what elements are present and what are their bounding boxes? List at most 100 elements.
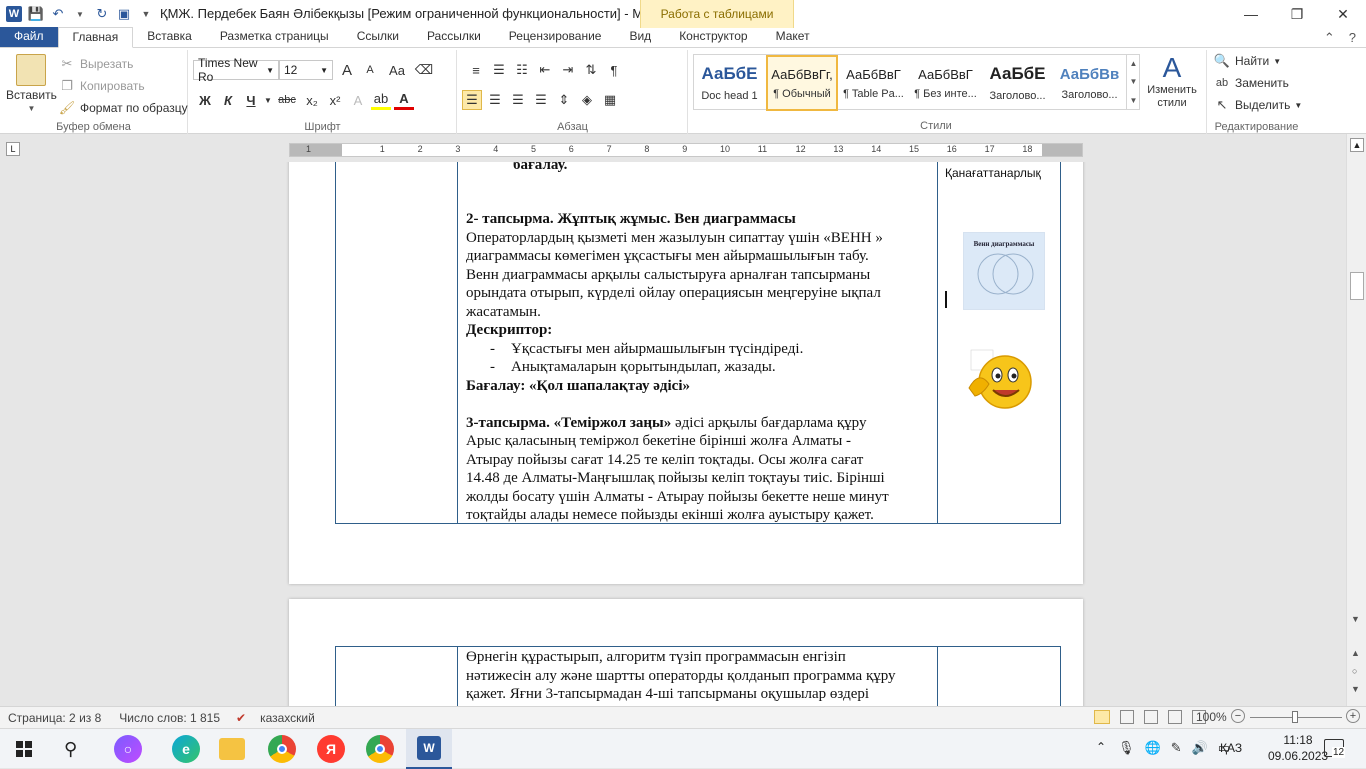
word-count[interactable]: Число слов: 1 815: [119, 711, 220, 725]
zoom-level[interactable]: 100%: [1196, 710, 1227, 724]
chrome-profile-icon[interactable]: [366, 735, 394, 763]
shading-icon[interactable]: ◈: [577, 90, 597, 110]
strikethrough-button[interactable]: abc: [275, 90, 299, 110]
align-center-icon[interactable]: ☰: [485, 90, 505, 110]
clock-time[interactable]: 11:18: [1268, 733, 1328, 747]
format-painter-button[interactable]: 🖌 Формат по образцу: [58, 99, 188, 117]
tab-page-layout[interactable]: Разметка страницы: [206, 27, 343, 47]
scroll-up-icon[interactable]: ▲: [1130, 59, 1138, 68]
find-button[interactable]: 🔍 Найти ▼: [1213, 52, 1281, 70]
vertical-scrollbar[interactable]: ▲ ▼ ▲ ○ ▼: [1346, 134, 1366, 706]
zoom-slider-thumb[interactable]: [1292, 711, 1298, 723]
tab-file[interactable]: Файл: [0, 27, 58, 47]
table-cell-right[interactable]: [937, 646, 1061, 706]
underline-dropdown-icon[interactable]: ▼: [264, 90, 272, 110]
change-case-button[interactable]: Aa: [383, 60, 411, 80]
grow-font-button[interactable]: A: [337, 60, 357, 80]
touch-mode-icon[interactable]: ▣: [116, 6, 132, 22]
shrink-font-button[interactable]: A: [360, 60, 380, 80]
decrease-indent-icon[interactable]: ⇤: [535, 60, 555, 80]
numbering-icon[interactable]: ☰: [489, 60, 509, 80]
borders-icon[interactable]: ▦: [600, 90, 620, 110]
tab-references[interactable]: Ссылки: [343, 27, 413, 47]
outline-icon[interactable]: [1168, 710, 1182, 724]
pen-icon[interactable]: ✎: [1171, 740, 1182, 756]
more-styles-icon[interactable]: ▼: [1130, 96, 1138, 105]
style-normal[interactable]: АаБбВвГг, ¶ Обычный: [766, 55, 838, 111]
clear-format-icon[interactable]: ⌫: [414, 60, 434, 80]
bold-button[interactable]: Ж: [195, 90, 215, 110]
cut-button[interactable]: ✂ Вырезать: [58, 55, 134, 73]
browse-object-icon[interactable]: ○: [1352, 666, 1357, 676]
text-effects-icon[interactable]: A: [348, 90, 368, 110]
style-table-paragraph[interactable]: АаБбВвГ ¶ Table Pa...: [838, 55, 910, 111]
search-icon[interactable]: ⚲: [64, 739, 77, 760]
paste-button[interactable]: Вставить ▼: [6, 54, 57, 113]
tab-view[interactable]: Вид: [615, 27, 665, 47]
font-color-button[interactable]: A: [394, 90, 414, 110]
spellcheck-icon[interactable]: ✔: [236, 711, 246, 725]
change-styles-button[interactable]: A Изменить стили: [1144, 54, 1200, 110]
yandex-browser-icon[interactable]: Я: [317, 735, 345, 763]
line-spacing-icon[interactable]: ⇕: [554, 90, 574, 110]
font-name-combo[interactable]: Times New Ro ▼: [193, 56, 279, 84]
styles-scroll[interactable]: ▲ ▼ ▼: [1126, 54, 1140, 110]
align-left-icon[interactable]: ☰: [462, 90, 482, 110]
minimize-icon[interactable]: —: [1228, 0, 1274, 28]
clock-date[interactable]: 09.06.2023: [1268, 749, 1328, 763]
help-icon[interactable]: ?: [1349, 30, 1356, 46]
web-layout-icon[interactable]: [1144, 710, 1158, 724]
windows-start-icon[interactable]: [16, 741, 32, 757]
edge-icon[interactable]: e: [172, 735, 200, 763]
close-icon[interactable]: ✕: [1320, 0, 1366, 28]
word-taskbar-icon[interactable]: W: [406, 729, 452, 769]
tab-layout[interactable]: Макет: [762, 27, 824, 47]
print-layout-icon[interactable]: [1094, 710, 1110, 724]
scroll-down-icon[interactable]: ▼: [1130, 77, 1138, 86]
zoom-in-icon[interactable]: +: [1346, 709, 1360, 723]
full-screen-reading-icon[interactable]: [1120, 710, 1134, 724]
scroll-up-icon[interactable]: ▲: [1350, 138, 1364, 152]
table-cell-right[interactable]: [937, 162, 1061, 524]
subscript-button[interactable]: x₂: [302, 90, 322, 110]
multilevel-list-icon[interactable]: ☷: [512, 60, 532, 80]
scrollbar-thumb[interactable]: [1350, 272, 1364, 300]
tab-review[interactable]: Рецензирование: [495, 27, 616, 47]
highlight-icon[interactable]: ab: [371, 90, 391, 110]
tab-design[interactable]: Конструктор: [665, 27, 761, 47]
style-no-spacing[interactable]: АаБбВвГ ¶ Без инте...: [910, 55, 982, 111]
next-page-icon[interactable]: ▼: [1351, 684, 1360, 694]
network-icon[interactable]: 🌐: [1145, 740, 1161, 756]
sort-icon[interactable]: ⇅: [581, 60, 601, 80]
alice-assistant-icon[interactable]: ○: [114, 735, 142, 763]
undo-dropdown-icon[interactable]: ▼: [72, 6, 88, 22]
font-size-combo[interactable]: 12 ▼: [279, 60, 333, 80]
restore-icon[interactable]: ❐: [1274, 0, 1320, 28]
zoom-out-icon[interactable]: −: [1231, 709, 1245, 723]
style-heading-1[interactable]: АаБбЕ Заголово...: [982, 55, 1054, 111]
mic-icon[interactable]: 🎙: [1118, 740, 1135, 756]
increase-indent-icon[interactable]: ⇥: [558, 60, 578, 80]
style-doc-head-1[interactable]: АаБбЕ Doc head 1: [694, 55, 766, 111]
italic-button[interactable]: К: [218, 90, 238, 110]
page-count[interactable]: Страница: 2 из 8: [8, 711, 101, 725]
venn-diagram-image[interactable]: Венн диаграммасы: [963, 232, 1045, 310]
underline-button[interactable]: Ч: [241, 90, 261, 110]
horizontal-ruler[interactable]: 1 1 2 3 4 5 6 7 8 9 10 11 12 13 14 15 16 17 18: [289, 143, 1083, 157]
tray-overflow-icon[interactable]: ⌃: [1096, 740, 1106, 754]
file-explorer-icon[interactable]: [219, 738, 245, 760]
clapping-smiley-image[interactable]: [965, 348, 1035, 412]
collapse-ribbon-icon[interactable]: ⌃: [1324, 30, 1335, 46]
show-marks-icon[interactable]: ¶: [604, 60, 624, 80]
superscript-button[interactable]: x²: [325, 90, 345, 110]
style-heading-2[interactable]: АаБбВв Заголово...: [1054, 55, 1126, 111]
tab-insert[interactable]: Вставка: [133, 27, 206, 47]
save-icon[interactable]: 💾: [28, 6, 44, 22]
volume-icon[interactable]: 🔊: [1192, 740, 1208, 756]
scroll-down-icon[interactable]: ▼: [1351, 614, 1360, 624]
chrome-icon[interactable]: [268, 735, 296, 763]
language-indicator[interactable]: казахский: [260, 711, 315, 725]
tab-home[interactable]: Главная: [57, 27, 134, 48]
undo-icon[interactable]: ↶: [50, 6, 66, 22]
keyboard-language[interactable]: ҚАЗ: [1220, 741, 1242, 755]
